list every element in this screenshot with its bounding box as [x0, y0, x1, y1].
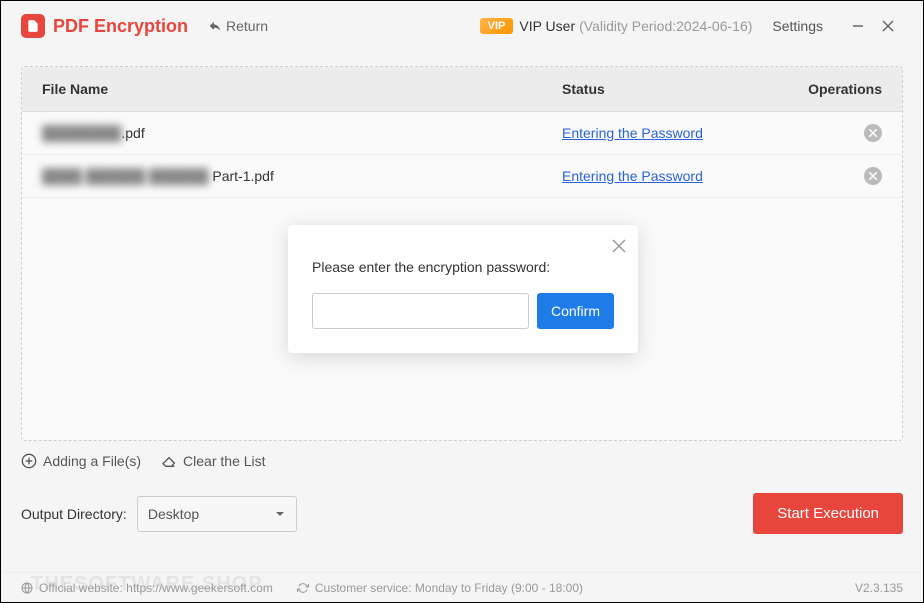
settings-link[interactable]: Settings — [772, 18, 823, 34]
x-icon — [869, 129, 877, 137]
output-directory-select[interactable]: Desktop — [137, 496, 297, 532]
password-modal: Please enter the encryption password: Co… — [288, 225, 638, 353]
header-status: Status — [562, 81, 782, 97]
header-filename: File Name — [42, 81, 562, 97]
file-name: ████████.pdf — [42, 125, 562, 141]
status-link[interactable]: Entering the Password — [562, 125, 703, 141]
titlebar: PDF Encryption Return VIP VIP User (Vali… — [1, 1, 923, 51]
modal-prompt: Please enter the encryption password: — [312, 259, 614, 275]
validity-period: (Validity Period:2024-06-16) — [579, 18, 752, 34]
file-name: ████ ██████ ██████ Part-1.pdf — [42, 168, 562, 184]
bottom-bar: Output Directory: Desktop Start Executio… — [1, 479, 923, 544]
close-icon — [612, 239, 626, 253]
table-row: ████ ██████ ██████ Part-1.pdf Entering t… — [22, 155, 902, 198]
clear-list-button[interactable]: Clear the List — [161, 453, 265, 469]
status-link[interactable]: Entering the Password — [562, 168, 703, 184]
add-file-button[interactable]: Adding a File(s) — [21, 453, 141, 469]
delete-row-button[interactable] — [864, 167, 882, 185]
chevron-down-icon — [274, 508, 286, 520]
confirm-button[interactable]: Confirm — [537, 293, 614, 329]
minimize-icon — [852, 20, 864, 32]
close-button[interactable] — [873, 11, 903, 41]
header-operations: Operations — [782, 81, 882, 97]
app-title: PDF Encryption — [53, 16, 188, 37]
minimize-button[interactable] — [843, 11, 873, 41]
customer-service: Customer service: Monday to Friday (9:00… — [297, 581, 583, 595]
footer: Official website: https://www.geekersoft… — [1, 572, 923, 602]
start-execution-button[interactable]: Start Execution — [753, 493, 903, 534]
modal-close-button[interactable] — [612, 237, 626, 258]
globe-icon — [21, 582, 33, 594]
app-icon — [21, 14, 45, 38]
table-row: ████████.pdf Entering the Password — [22, 112, 902, 155]
vip-user-label: VIP User — [519, 18, 575, 34]
x-icon — [869, 172, 877, 180]
return-button[interactable]: Return — [208, 18, 268, 34]
delete-row-button[interactable] — [864, 124, 882, 142]
plus-circle-icon — [21, 453, 37, 469]
panel-actions: Adding a File(s) Clear the List — [21, 441, 903, 469]
eraser-icon — [161, 453, 177, 469]
close-icon — [882, 20, 894, 32]
output-label: Output Directory: — [21, 506, 127, 522]
official-website[interactable]: Official website: https://www.geekersoft… — [21, 581, 273, 595]
refresh-icon — [297, 582, 309, 594]
vip-badge: VIP — [480, 18, 514, 34]
return-arrow-icon — [208, 19, 222, 33]
version-label: V2.3.135 — [855, 581, 903, 595]
table-header: File Name Status Operations — [22, 67, 902, 112]
password-input[interactable] — [312, 293, 529, 329]
